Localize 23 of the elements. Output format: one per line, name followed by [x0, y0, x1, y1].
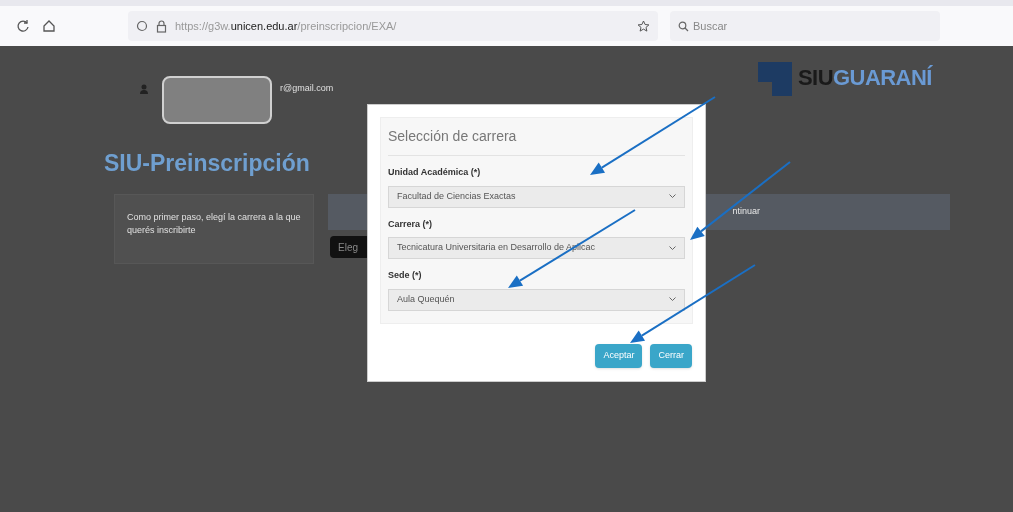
- page-title: SIU-Preinscripción: [104, 149, 310, 178]
- reload-icon[interactable]: [16, 19, 30, 33]
- address-bar[interactable]: https://g3w.unicen.edu.ar/preinscripcion/EXA/: [128, 11, 658, 41]
- dialog-title: Selección de carrera: [388, 118, 685, 156]
- search-icon: [678, 20, 689, 32]
- field-label: Carrera (*): [388, 217, 434, 231]
- select-field[interactable]: Facultad de Ciencias Exactas: [388, 185, 685, 208]
- caret-icon: [669, 297, 676, 302]
- star-icon[interactable]: [637, 19, 650, 33]
- field-label: Sede (*): [388, 269, 423, 282]
- url-text: https://g3w.unicen.edu.ar/preinscripcion/EXA/: [175, 18, 397, 34]
- select-field[interactable]: Aula Quequén: [388, 288, 685, 311]
- step-text: Como primer paso, elegí la carrera a la que querés inscribirte: [127, 211, 301, 237]
- search-placeholder: Buscar: [693, 18, 728, 34]
- user-email: r@gmail.com: [280, 82, 334, 95]
- caret-icon: [669, 245, 676, 251]
- lock-icon: [156, 19, 167, 33]
- user-icon: [140, 83, 148, 94]
- caret-icon: [669, 194, 676, 199]
- content-text: ntinuar: [732, 205, 760, 219]
- choose-button[interactable]: Eleg: [330, 236, 370, 258]
- home-icon[interactable]: [42, 19, 56, 33]
- field-label: Unidad Académica (*): [388, 166, 482, 179]
